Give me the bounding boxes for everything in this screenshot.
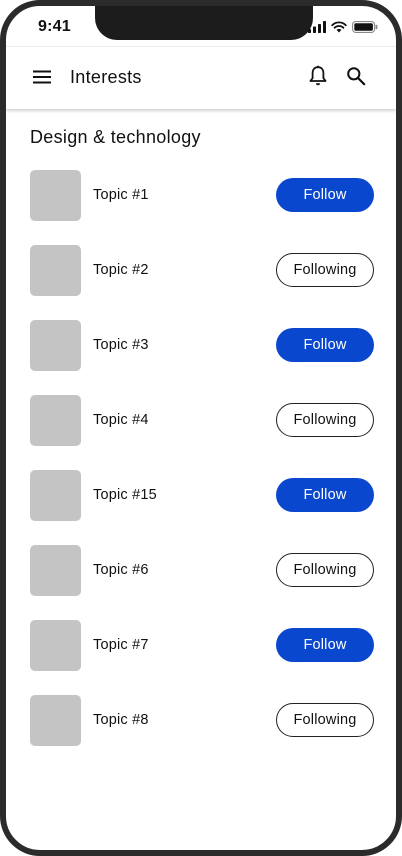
follow-button[interactable]: Follow: [276, 178, 374, 212]
topic-thumbnail: [30, 320, 81, 371]
phone-frame: 9:41 Interests Design & technology Topic…: [0, 0, 402, 856]
topic-name: Topic #15: [93, 487, 157, 503]
follow-button[interactable]: Follow: [276, 628, 374, 662]
topic-name: Topic #1: [93, 187, 149, 203]
topic-name: Topic #2: [93, 262, 149, 278]
topic-name: Topic #4: [93, 412, 149, 428]
status-icons: [308, 20, 378, 38]
search-button[interactable]: [344, 66, 368, 90]
section-title: Design & technology: [30, 127, 201, 147]
topic-thumbnail: [30, 545, 81, 596]
topic-thumbnail: [30, 470, 81, 521]
topic-thumbnail: [30, 695, 81, 746]
topic-name: Topic #8: [93, 712, 149, 728]
topic-thumbnail: [30, 395, 81, 446]
topic-list: Topic #1 Follow Topic #2 Following Topic #3 F…: [30, 169, 374, 769]
topic-thumbnail: [30, 620, 81, 671]
topic-row: Topic #3 Follow: [30, 319, 374, 394]
topic-name: Topic #7: [93, 637, 149, 653]
topic-name: Topic #6: [93, 562, 149, 578]
follow-button[interactable]: Follow: [276, 328, 374, 362]
following-button[interactable]: Following: [276, 553, 374, 587]
topic-row: Topic #6 Following: [30, 544, 374, 619]
topic-row: Topic #15 Follow: [30, 469, 374, 544]
top-app-bar: Interests: [6, 46, 396, 109]
hamburger-menu-icon: [32, 69, 52, 90]
topic-name: Topic #3: [93, 337, 149, 353]
topic-thumbnail: [30, 245, 81, 296]
notifications-button[interactable]: [306, 65, 330, 92]
wifi-icon: [331, 20, 347, 38]
search-icon: [346, 66, 366, 91]
following-button[interactable]: Following: [276, 703, 374, 737]
topic-thumbnail: [30, 170, 81, 221]
status-time: 9:41: [38, 18, 71, 35]
menu-button[interactable]: [30, 67, 54, 91]
status-bar: 9:41: [6, 6, 396, 46]
topic-row: Topic #8 Following: [30, 694, 374, 769]
following-button[interactable]: Following: [276, 403, 374, 437]
following-button[interactable]: Following: [276, 253, 374, 287]
bell-icon: [308, 65, 328, 92]
topic-row: Topic #2 Following: [30, 244, 374, 319]
page-title: Interests: [70, 67, 142, 87]
cellular-signal-icon: [308, 20, 326, 38]
follow-button[interactable]: Follow: [276, 478, 374, 512]
battery-icon: [352, 20, 378, 38]
topic-row: Topic #1 Follow: [30, 169, 374, 244]
topic-row: Topic #4 Following: [30, 394, 374, 469]
topic-row: Topic #7 Follow: [30, 619, 374, 694]
